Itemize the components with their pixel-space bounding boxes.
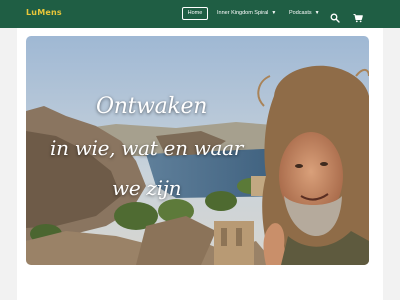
cart-icon[interactable] <box>353 8 363 23</box>
chevron-down-icon: ▼ <box>271 10 277 16</box>
chevron-down-icon: ▼ <box>314 10 320 16</box>
nav-podcasts-label: Podcasts <box>289 10 312 16</box>
top-navigation-bar: LuMens Home Inner Kingdom Spiral ▼ Podcas… <box>0 0 400 28</box>
nav-home-button[interactable]: Home <box>182 7 208 20</box>
nav-inner-kingdom-spiral[interactable]: Inner Kingdom Spiral ▼ <box>217 7 276 20</box>
nav-inner-kingdom-label: Inner Kingdom Spiral <box>217 10 269 16</box>
hero-headline-line-3: we zijn <box>112 176 182 200</box>
hero-headline-line-2: in wie, wat en waar <box>50 136 244 160</box>
nav-podcasts[interactable]: Podcasts ▼ <box>289 7 320 20</box>
site-logo[interactable]: LuMens <box>26 8 62 17</box>
hero-headline-line-1: Ontwaken <box>96 94 208 119</box>
hero-banner: Ontwaken in wie, wat en waar we zijn <box>26 36 369 265</box>
search-icon[interactable] <box>330 8 340 23</box>
